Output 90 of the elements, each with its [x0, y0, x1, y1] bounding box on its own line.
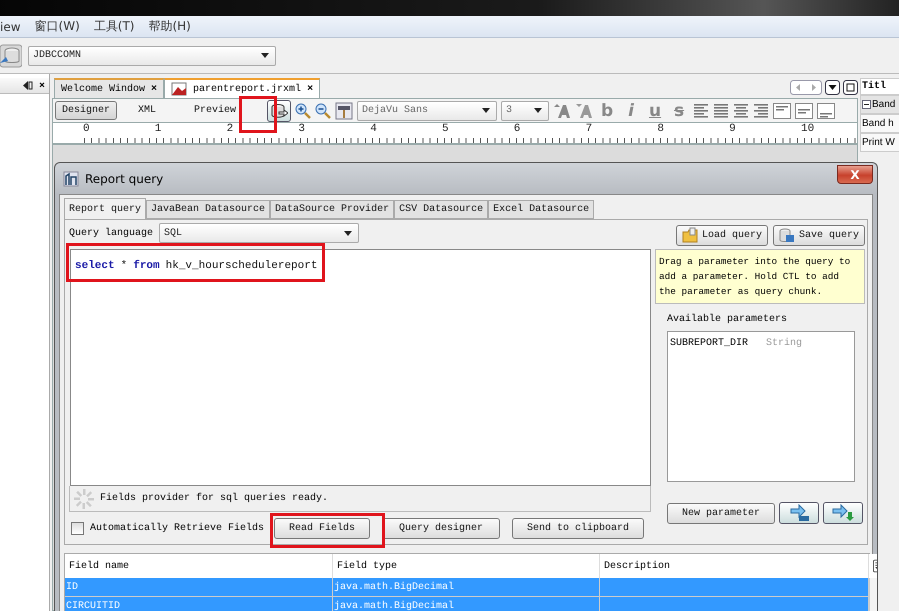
view-mode-button[interactable]: XML [131, 101, 164, 120]
close-button[interactable]: × [38, 80, 45, 91]
import-parameters-button[interactable] [779, 502, 819, 524]
zoom-in-icon[interactable] [295, 102, 312, 118]
action-button[interactable]: Read Fields [274, 518, 370, 539]
load-query-button[interactable]: Load query [676, 224, 768, 246]
status-text: Fields provider for sql queries ready. [100, 493, 328, 504]
collapse-icon[interactable] [862, 100, 871, 109]
action-button[interactable]: Send to clipboard [512, 518, 644, 539]
datasource-tab[interactable]: JavaBean Datasource [146, 200, 270, 219]
close-button[interactable]: X [837, 165, 873, 184]
report-icon [63, 170, 79, 186]
dialog-title: Report query [85, 172, 164, 186]
editor-tab[interactable]: parentreport.jrxml × [164, 78, 320, 98]
caret-icon [482, 108, 490, 113]
editor-tab[interactable]: Welcome Window × [54, 78, 164, 98]
ruler-number: 5 [442, 123, 450, 135]
minimize-panel-icon[interactable] [22, 81, 33, 90]
hammer-icon[interactable] [335, 102, 354, 120]
connection-dropdown[interactable]: JDBCCOMN [28, 46, 276, 66]
view-mode-button[interactable]: Designer [55, 101, 118, 120]
view-mode-button[interactable]: Preview [187, 101, 244, 120]
action-button[interactable]: Query designer [382, 518, 500, 539]
align-icon[interactable] [693, 104, 710, 118]
parameter-name[interactable]: SUBREPORT_DIR [670, 338, 748, 349]
menu-item[interactable]: 工具(T) [94, 18, 134, 35]
close-button[interactable]: × [307, 84, 314, 94]
property-row[interactable]: Titl [860, 78, 899, 95]
table-cell: ID [65, 578, 333, 597]
export-parameters-button[interactable] [823, 502, 863, 524]
database-icon[interactable] [0, 42, 22, 68]
caret-icon [344, 230, 352, 236]
vertical-align-icon[interactable] [773, 102, 792, 118]
datasource-tab[interactable]: Excel Datasource [488, 200, 594, 219]
query-editor[interactable]: select * from hk_v_hourschedulereport [70, 249, 651, 486]
close-button[interactable]: × [151, 84, 158, 94]
align-icon[interactable] [733, 104, 750, 118]
arrow-down-icon [831, 504, 855, 522]
ruler-number: 2 [226, 123, 234, 135]
caret-icon [261, 53, 269, 58]
table-cell: CIRCUITID [65, 597, 333, 611]
ruler-number: 0 [83, 123, 91, 135]
tab-label: Welcome Window [61, 84, 146, 94]
query-language-dropdown[interactable]: SQL [159, 223, 360, 243]
menu-item[interactable]: 帮助(H) [148, 18, 191, 35]
align-icon[interactable] [713, 104, 730, 118]
datasource-tab[interactable]: DataSource Provider [270, 200, 394, 219]
ruler-number: 8 [657, 123, 665, 135]
menu-item[interactable]: 窗口(W) [34, 18, 80, 35]
align-icon[interactable] [753, 104, 770, 118]
ruler-number: 9 [729, 123, 737, 135]
vertical-align-icon[interactable] [795, 102, 814, 118]
datasource-tab[interactable]: Report query [64, 198, 146, 219]
query-language-label: Query language [69, 228, 154, 238]
tab-label: parentreport.jrxml [193, 84, 302, 94]
menu-item[interactable]: iew [0, 20, 21, 34]
decrease-font-icon[interactable] [575, 102, 594, 118]
database-save-icon [778, 227, 795, 243]
ruler-number: 4 [370, 123, 378, 135]
save-query-button[interactable]: Save query [773, 224, 865, 246]
ruler-number: 3 [298, 123, 306, 135]
checkbox-label: Automatically Retrieve Fields [90, 522, 264, 534]
spinner-icon [72, 488, 96, 510]
new-parameter-button[interactable]: New parameter [667, 502, 775, 524]
font-size-dropdown[interactable]: 3 [501, 100, 550, 120]
increase-font-icon[interactable] [553, 102, 572, 118]
parameters-heading: Available parameters [667, 314, 788, 325]
database-arrow-icon [270, 102, 288, 118]
datasource-tab[interactable]: CSV Datasource [394, 200, 488, 219]
zoom-out-icon[interactable] [315, 102, 332, 118]
hint-text: Drag a parameter into the query to add a parameter. Hold CTL to add the parameter as query chunk. [655, 249, 865, 304]
property-row[interactable]: Print W [860, 133, 899, 152]
parameter-type: String [766, 338, 802, 349]
report-icon [171, 82, 188, 96]
ruler-number: 10 [800, 123, 816, 135]
ruler-number: 7 [586, 123, 594, 135]
table-cell: java.math.BigDecimal [333, 578, 600, 597]
maximize-icon[interactable] [843, 80, 858, 95]
checkbox[interactable] [71, 522, 84, 535]
dropdown-icon[interactable] [825, 80, 840, 95]
highlight-frame [239, 96, 277, 133]
ruler-number: 1 [154, 123, 162, 135]
property-row[interactable]: Band [860, 95, 899, 114]
folder-icon [682, 227, 698, 243]
property-row[interactable]: Band h [860, 114, 899, 133]
ruler-number: 6 [514, 123, 522, 135]
font-dropdown[interactable]: DejaVu Sans [357, 100, 498, 120]
table-cell: java.math.BigDecimal [333, 597, 600, 611]
vertical-align-icon[interactable] [817, 102, 836, 118]
caret-icon [534, 108, 542, 113]
